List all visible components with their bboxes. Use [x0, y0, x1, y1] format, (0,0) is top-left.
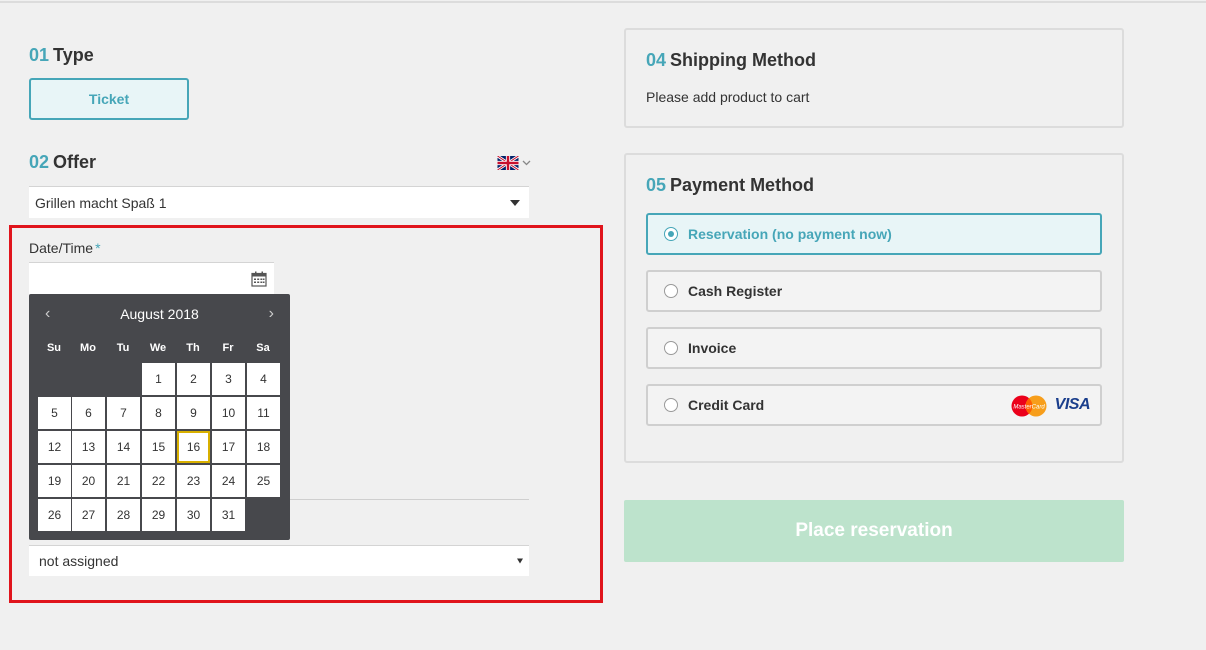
chevron-down-icon [522, 160, 531, 166]
top-divider [0, 1, 1206, 3]
payment-option-reservation[interactable]: Reservation (no payment now) [646, 213, 1102, 255]
shipping-section-number: 04 [646, 50, 667, 70]
payment-section-label: Payment Method [670, 175, 815, 195]
offer-section-title: 02 Offer [29, 152, 96, 173]
calendar-day[interactable]: 3 [212, 363, 245, 395]
datetime-label: Date/Time * [29, 240, 101, 256]
calendar-day-today[interactable]: 16 [177, 431, 210, 463]
weekday-header: Mo [80, 342, 96, 354]
shipping-section-label: Shipping Method [670, 50, 816, 70]
visa-logo: VISA [1054, 396, 1091, 413]
weekday-header: Tu [116, 342, 130, 354]
payment-option-credit-card[interactable]: Credit Card MasterCard VISA [646, 384, 1102, 426]
calendar-day[interactable]: 17 [212, 431, 245, 463]
payment-option-label: Reservation (no payment now) [688, 226, 892, 242]
caret-down-icon [510, 199, 520, 206]
type-section-label: Type [53, 45, 94, 65]
calendar-day[interactable]: 18 [247, 431, 280, 463]
calendar-day[interactable]: 10 [212, 397, 245, 429]
calendar-day[interactable]: 19 [38, 465, 71, 497]
calendar-day[interactable]: 1 [142, 363, 175, 395]
datepicker-popup: ‹ August 2018 › Su Mo Tu We Th Fr Sa 1 2 3 4 5 6 7 8 9 1… [29, 294, 290, 540]
payment-section-number: 05 [646, 175, 667, 195]
calendar-day[interactable]: 8 [142, 397, 175, 429]
calendar-day[interactable]: 15 [142, 431, 175, 463]
calendar-day[interactable]: 24 [212, 465, 245, 497]
calendar-day[interactable]: 12 [38, 431, 71, 463]
calendar-day[interactable]: 26 [38, 499, 71, 531]
ticket-type-label: Ticket [88, 91, 130, 107]
place-reservation-label: Place reservation [795, 520, 953, 541]
calendar-day[interactable]: 27 [72, 499, 105, 531]
mastercard-logo: MasterCard [1011, 395, 1047, 417]
calendar-day[interactable]: 23 [177, 465, 210, 497]
type-section-number: 01 [29, 45, 50, 65]
svg-text:MasterCard: MasterCard [1013, 405, 1045, 411]
calendar-day[interactable]: 30 [177, 499, 210, 531]
payment-option-label: Invoice [688, 340, 737, 356]
radio-button[interactable] [664, 341, 678, 355]
offer-section-number: 02 [29, 152, 50, 172]
required-asterisk: * [95, 240, 101, 256]
calendar-day[interactable]: 22 [142, 465, 175, 497]
shipping-message: Please add product to cart [646, 89, 810, 105]
assignment-select[interactable]: not assigned [29, 545, 529, 576]
weekday-header: Fr [222, 342, 234, 354]
datepicker-header: ‹ August 2018 › [29, 305, 290, 325]
calendar-day[interactable]: 11 [247, 397, 280, 429]
calendar-day[interactable]: 2 [177, 363, 210, 395]
place-reservation-button[interactable]: Place reservation [624, 500, 1124, 562]
caret-down-icon [517, 558, 523, 564]
payment-section-title: 05 Payment Method [646, 175, 814, 196]
payment-option-invoice[interactable]: Invoice [646, 327, 1102, 369]
shipping-section-title: 04 Shipping Method [646, 50, 816, 71]
radio-button[interactable] [664, 398, 678, 412]
calendar-day[interactable]: 5 [38, 397, 71, 429]
weekday-header: Th [186, 342, 200, 354]
datetime-label-text: Date/Time [29, 240, 94, 256]
payment-option-label: Credit Card [688, 397, 765, 413]
calendar-day[interactable]: 20 [72, 465, 105, 497]
payment-option-cash-register[interactable]: Cash Register [646, 270, 1102, 312]
radio-button[interactable] [664, 284, 678, 298]
datetime-input[interactable] [29, 262, 274, 294]
field-divider [289, 499, 529, 500]
calendar-day[interactable]: 6 [72, 397, 105, 429]
type-section-title: 01 Type [29, 45, 94, 66]
calendar-day[interactable]: 25 [247, 465, 280, 497]
calendar-day[interactable]: 21 [107, 465, 140, 497]
weekday-header: Su [46, 342, 62, 354]
language-selector[interactable] [497, 156, 531, 170]
calendar-day[interactable]: 13 [72, 431, 105, 463]
calendar-icon[interactable] [251, 271, 267, 287]
calendar-day[interactable]: 28 [107, 499, 140, 531]
radio-button[interactable] [664, 227, 678, 241]
weekday-header: We [149, 342, 167, 354]
calendar-day[interactable]: 29 [142, 499, 175, 531]
shipping-panel [624, 28, 1124, 128]
calendar-day[interactable]: 9 [177, 397, 210, 429]
uk-flag-icon [497, 156, 519, 170]
offer-select[interactable]: Grillen macht Spaß 1 [29, 186, 529, 218]
weekday-header: Sa [256, 342, 270, 354]
calendar-day[interactable]: 7 [107, 397, 140, 429]
payment-option-label: Cash Register [688, 283, 783, 299]
calendar-day[interactable]: 31 [212, 499, 245, 531]
offer-section-label: Offer [53, 152, 97, 172]
ticket-type-button[interactable]: Ticket [29, 78, 189, 120]
next-month-button[interactable]: › [269, 305, 274, 323]
assignment-select-value: not assigned [39, 553, 119, 569]
calendar-day[interactable]: 4 [247, 363, 280, 395]
offer-select-value: Grillen macht Spaß 1 [35, 194, 167, 211]
calendar-day[interactable]: 14 [107, 431, 140, 463]
datepicker-month-label: August 2018 [120, 306, 199, 322]
